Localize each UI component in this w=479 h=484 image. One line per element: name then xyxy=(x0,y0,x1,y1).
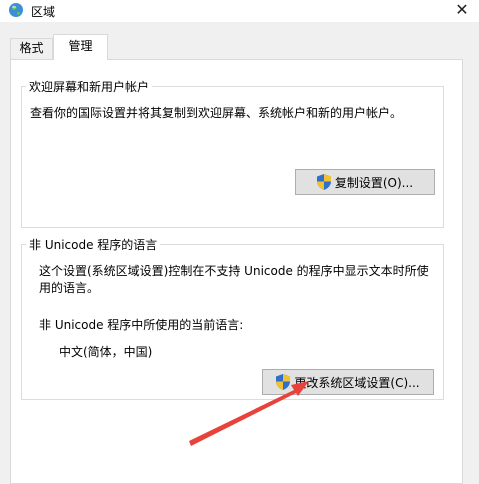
title-bar: 区域 ✕ xyxy=(0,0,479,22)
welcome-section-heading: 欢迎屏幕和新用户帐户 xyxy=(26,78,153,95)
tab-manage[interactable]: 管理 xyxy=(53,34,108,60)
current-language-label: 非 Unicode 程序中所使用的当前语言: xyxy=(39,318,244,332)
close-button[interactable]: ✕ xyxy=(445,0,479,22)
change-locale-button[interactable]: 更改系统区域设置(C)... xyxy=(262,369,434,395)
manage-panel: 欢迎屏幕和新用户帐户 查看你的国际设置并将其复制到欢迎屏幕、系统帐户和新的用户帐… xyxy=(10,59,463,484)
close-icon: ✕ xyxy=(455,0,469,19)
unicode-language-group: 非 Unicode 程序的语言 这个设置(系统区域设置)控制在不支持 Unico… xyxy=(21,236,444,400)
welcome-screen-group: 欢迎屏幕和新用户帐户 查看你的国际设置并将其复制到欢迎屏幕、系统帐户和新的用户帐… xyxy=(21,78,444,228)
uac-shield-icon xyxy=(316,174,331,190)
globe-icon xyxy=(9,3,23,17)
copy-settings-button[interactable]: 复制设置(O)... xyxy=(295,169,435,195)
change-locale-label: 更改系统区域设置(C)... xyxy=(294,375,420,390)
unicode-description-line1: 这个设置(系统区域设置)控制在不支持 Unicode 的程序中显示文本时所使 xyxy=(39,264,429,278)
tab-format[interactable]: 格式 xyxy=(10,38,53,59)
copy-settings-label: 复制设置(O)... xyxy=(334,175,414,190)
current-language-value: 中文(简体，中国) xyxy=(59,345,153,359)
window-title: 区域 xyxy=(31,5,56,19)
unicode-section-heading: 非 Unicode 程序的语言 xyxy=(26,236,161,253)
uac-shield-icon xyxy=(276,374,291,390)
welcome-section-description: 查看你的国际设置并将其复制到欢迎屏幕、系统帐户和新的用户帐户。 xyxy=(30,106,403,120)
unicode-description-line2: 用的语言。 xyxy=(39,281,100,295)
